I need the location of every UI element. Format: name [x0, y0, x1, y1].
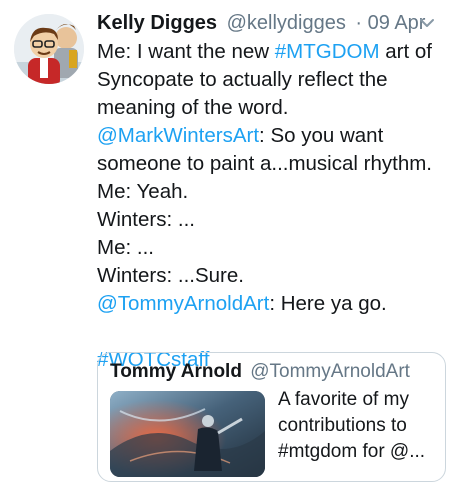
- tweet-line: Winters: ...Sure.: [97, 262, 447, 290]
- quoted-text: A favorite of my contributions to #mtgdom …: [278, 387, 443, 465]
- artwork-illustration: [110, 391, 265, 477]
- quoted-text-line: A favorite of my: [278, 389, 409, 410]
- chevron-down-icon[interactable]: [418, 14, 436, 32]
- quoted-text-line: #mtgdom for @...: [278, 441, 426, 462]
- tweet-line: meaning of the word.: [97, 94, 447, 122]
- avatar[interactable]: [14, 14, 84, 84]
- hashtag-link[interactable]: #MTGDOM: [275, 40, 380, 63]
- tweet-text-segment: Winters: ...: [97, 208, 195, 231]
- quoted-author-handle: @TommyArnoldArt: [250, 361, 410, 382]
- tweet-line: Me: Yeah.: [97, 178, 447, 206]
- tweet-line: Me: I want the new #MTGDOM art of: [97, 38, 447, 66]
- tweet-text-segment: : Here ya go.: [269, 292, 387, 315]
- mention-link[interactable]: @MarkWintersArt: [97, 124, 259, 147]
- quoted-author-name: Tommy Arnold: [110, 361, 242, 382]
- tweet-text-segment: Me: I want the new: [97, 40, 275, 63]
- tweet-line: @MarkWintersArt: So you want: [97, 122, 447, 150]
- tweet-text: Me: I want the new #MTGDOM art of Syncopa…: [97, 38, 447, 374]
- author-name[interactable]: Kelly Digges: [97, 12, 217, 34]
- tweet-text-segment: someone to paint a...musical rhythm.: [97, 152, 432, 175]
- tweet-text-segment: Syncopate to actually reflect the: [97, 68, 388, 91]
- avatar-image: [14, 14, 84, 84]
- tweet-line: [97, 318, 447, 346]
- tweet-text-segment: : So you want: [259, 124, 384, 147]
- tweet-line: Winters: ...: [97, 206, 447, 234]
- tweet-line: Me: ...: [97, 234, 447, 262]
- tweet-text-segment: Me: Yeah.: [97, 180, 189, 203]
- quoted-artwork-image[interactable]: [110, 391, 265, 477]
- tweet-text-segment: Me: ...: [97, 236, 154, 259]
- mention-link[interactable]: @TommyArnoldArt: [97, 292, 269, 315]
- quoted-text-line: contributions to: [278, 415, 407, 436]
- tweet-line: Syncopate to actually reflect the: [97, 66, 447, 94]
- tweet-date[interactable]: · 09 Apr: [355, 12, 425, 34]
- tweet-line: someone to paint a...musical rhythm.: [97, 150, 447, 178]
- tweet-header: Kelly Digges @kellydigges · 09 Apr: [97, 12, 446, 40]
- tweet-line: @TommyArnoldArt: Here ya go.: [97, 290, 447, 318]
- quoted-header: Tommy Arnold @TommyArnoldArt: [110, 361, 410, 383]
- quoted-tweet[interactable]: Tommy Arnold @TommyArnoldArt A favorite …: [97, 352, 446, 482]
- tweet-text-segment: meaning of the word.: [97, 96, 289, 119]
- tweet-text-segment: Winters: ...Sure.: [97, 264, 244, 287]
- author-handle[interactable]: @kellydigges: [227, 12, 346, 34]
- tweet-text-segment: art of: [379, 40, 432, 63]
